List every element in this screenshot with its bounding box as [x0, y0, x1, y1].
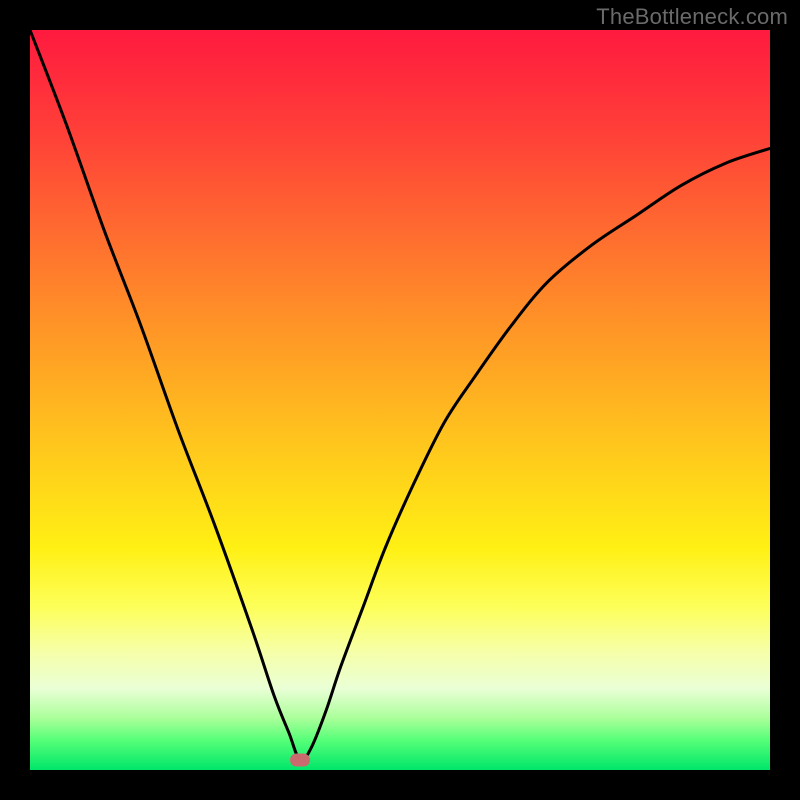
watermark-label: TheBottleneck.com [596, 4, 788, 30]
bottleneck-curve-path [30, 30, 770, 761]
chart-container: TheBottleneck.com [0, 0, 800, 800]
plot-area [30, 30, 770, 770]
optimal-marker [290, 754, 310, 767]
curve-svg [30, 30, 770, 770]
